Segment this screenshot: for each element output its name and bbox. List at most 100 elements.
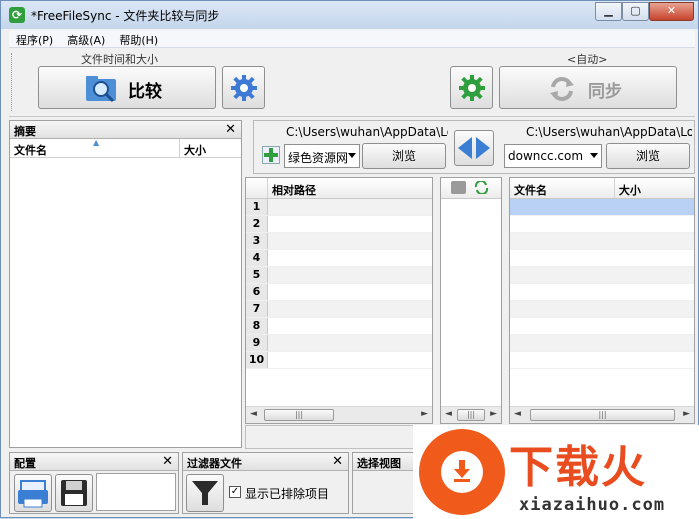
table-row[interactable]: 6 [246,284,432,301]
blue-gear-icon [231,75,257,101]
table-row[interactable]: 5 [246,267,432,284]
filter-button[interactable] [186,474,224,512]
compare-button[interactable]: 比较 [38,66,216,109]
table-row[interactable] [510,284,694,301]
table-row[interactable]: 3 [246,233,432,250]
camera-icon[interactable] [451,181,466,194]
sync-label: 同步 [588,82,622,102]
left-horizontal-scrollbar[interactable]: ◄ ||| ► [246,406,432,423]
toolbar-grip[interactable] [11,53,15,111]
right-grid-header: 文件名 大小 [510,178,694,199]
close-icon[interactable]: ✕ [162,454,173,469]
menu-bar: 程序(P) 高级(A) 帮助(H) [9,30,695,48]
sync-button[interactable]: 同步 [499,66,677,109]
watermark-title: 下载火 [509,442,647,493]
right-grid-rows [510,199,694,369]
close-icon[interactable]: ✕ [332,454,343,469]
sync-variant-caption: <自动> [567,53,608,66]
right-col-filename[interactable]: 文件名 [510,178,615,198]
table-row[interactable] [510,301,694,318]
table-row[interactable]: 8 [246,318,432,335]
right-folder-combo[interactable]: downcc.com [504,144,602,168]
right-folder-path: C:\Users\wuhan\AppData\Lo [526,125,692,139]
scroll-thumb[interactable]: ||| [264,409,334,421]
compare-label: 比较 [128,82,162,102]
table-row[interactable]: 1 [246,199,432,216]
right-col-size[interactable]: 大小 [615,178,694,198]
add-folder-pair-icon[interactable] [262,146,280,164]
load-config-button[interactable] [14,474,52,512]
summary-col-size[interactable]: 大小 [180,139,241,157]
middle-grid-header [441,178,501,199]
funnel-icon [192,481,218,505]
sync-arrows-icon[interactable] [474,179,489,196]
left-file-grid[interactable]: 相对路径 1 2 3 4 5 6 7 8 9 10 ◄ ||| ► [245,177,433,424]
floppy-disk-icon [61,480,87,506]
view-title: 选择视图 [357,457,401,470]
minimize-button[interactable]: ▁ [595,2,622,21]
menu-help[interactable]: 帮助(H) [112,30,165,47]
watermark-subtitle: xiazaihuo.com [519,495,666,515]
scroll-left-icon[interactable]: ◄ [250,409,257,419]
sort-arrow-icon: ▲ [93,138,100,147]
table-row[interactable]: 7 [246,301,432,318]
title-bar[interactable]: ⟳ *FreeFileSync - 文件夹比较与同步 ▁ ▢ ✕ [1,1,698,29]
sync-arrows-icon [550,77,574,101]
table-row[interactable] [510,352,694,369]
table-row[interactable] [510,250,694,267]
right-horizontal-scrollbar[interactable]: ◄ ||| ► [510,406,694,423]
filter-header: 过滤器文件 ✕ [183,453,348,471]
scroll-left-icon[interactable]: ◄ [514,409,521,419]
browse-left-button[interactable]: 浏览 [362,143,446,169]
right-file-grid[interactable]: 文件名 大小 ◄ ||| ► [509,177,695,424]
compare-settings-button[interactable] [222,66,265,109]
menu-advanced[interactable]: 高级(A) [60,30,112,47]
table-row[interactable] [510,216,694,233]
table-row[interactable]: 9 [246,335,432,352]
table-row[interactable]: 4 [246,250,432,267]
config-pane: 配置 ✕ [9,452,179,514]
table-row[interactable] [510,199,694,216]
left-grid-rows: 1 2 3 4 5 6 7 8 9 10 [246,199,432,369]
table-row[interactable] [510,335,694,352]
table-row[interactable] [510,267,694,284]
scroll-right-icon[interactable]: ► [683,409,690,419]
filter-title: 过滤器文件 [187,457,242,470]
summary-title: 摘要 [14,125,36,138]
table-row[interactable]: 2 [246,216,432,233]
printer-icon [18,480,48,508]
scroll-right-icon[interactable]: ► [490,409,497,419]
summary-columns: 文件名 大小 ▲ [10,138,241,158]
scroll-thumb[interactable]: ||| [457,409,485,421]
table-row[interactable] [510,233,694,250]
swap-sides-button[interactable] [454,130,494,166]
menu-program[interactable]: 程序(P) [9,30,60,47]
left-folder-combo[interactable]: 绿色资源网 [284,144,360,168]
scroll-right-icon[interactable]: ► [421,409,428,419]
scroll-left-icon[interactable]: ◄ [445,409,452,419]
folder-pair-bar: C:\Users\wuhan\AppData\Lo 绿色资源网 浏览 C:\Us… [253,120,695,174]
table-row[interactable]: 10 [246,352,432,369]
table-row[interactable] [510,318,694,335]
close-button[interactable]: ✕ [649,2,694,21]
compare-variant-caption: 文件时间和大小 [81,53,158,66]
flame-logo-icon [419,429,505,515]
middle-action-grid[interactable]: ◄ ||| ► [440,177,502,424]
middle-horizontal-scrollbar[interactable]: ◄ ||| ► [441,406,501,423]
app-window: ⟳ *FreeFileSync - 文件夹比较与同步 ▁ ▢ ✕ 程序(P) 高… [0,0,699,519]
green-gear-icon [459,75,485,101]
chevron-down-icon [590,153,598,158]
config-list[interactable] [96,473,176,511]
summary-pane: 摘要 ✕ 文件名 大小 ▲ [9,120,242,448]
sync-settings-button[interactable] [450,66,493,109]
left-col-relative-path[interactable]: 相对路径 [268,178,432,198]
config-title: 配置 [14,457,36,470]
browse-right-button[interactable]: 浏览 [606,143,690,169]
close-icon[interactable]: ✕ [225,122,236,137]
maximize-button[interactable]: ▢ [622,2,649,21]
save-config-button[interactable] [55,474,93,512]
show-excluded-checkbox[interactable]: ✓ [229,486,241,498]
scroll-thumb[interactable]: ||| [530,409,675,421]
left-grid-header: 相对路径 [246,178,432,199]
left-folder-path: C:\Users\wuhan\AppData\Lo [286,125,448,139]
